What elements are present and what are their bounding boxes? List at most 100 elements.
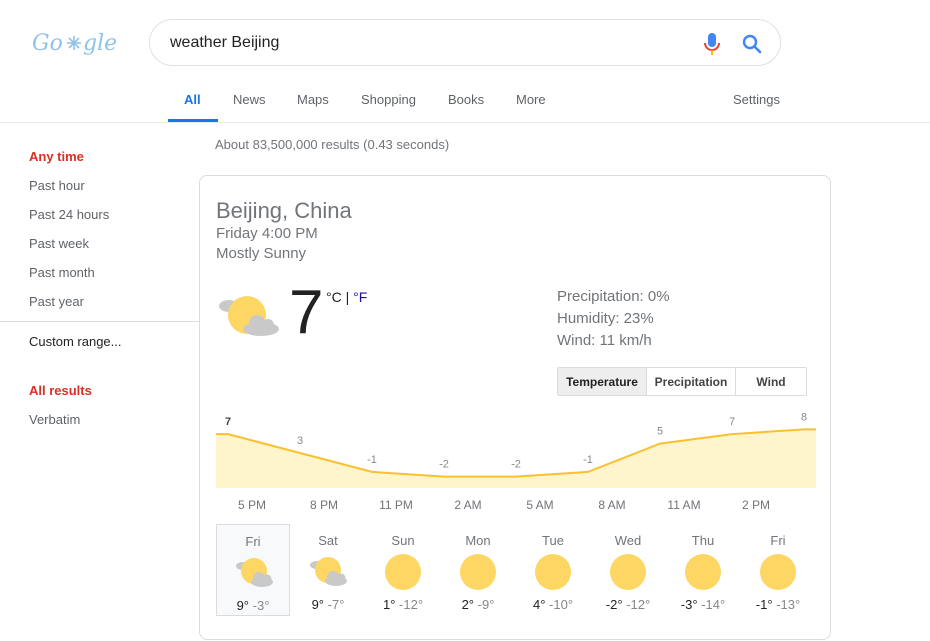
temperature-point-label: 7 bbox=[225, 416, 231, 428]
filter-past-24-hours[interactable]: Past 24 hours bbox=[29, 207, 109, 222]
forecast-high: -1° bbox=[755, 597, 773, 612]
search-tabs: All News Maps Shopping Books More Settin… bbox=[0, 90, 930, 122]
sun-icon bbox=[685, 554, 721, 590]
temperature-point-label: -2 bbox=[439, 459, 449, 471]
tab-books[interactable]: Books bbox=[448, 92, 484, 107]
unit-toggle: °C | °F bbox=[326, 289, 367, 305]
sun-icon bbox=[385, 554, 421, 590]
tab-maps[interactable]: Maps bbox=[297, 92, 329, 107]
time-axis-label: 2 PM bbox=[741, 498, 771, 512]
time-axis-label: 11 AM bbox=[667, 498, 701, 512]
forecast-day-name: Fri bbox=[770, 533, 786, 548]
time-axis-label: 5 AM bbox=[526, 498, 554, 512]
search-icon[interactable] bbox=[740, 32, 764, 56]
forecast-temps: -2° -12° bbox=[591, 597, 665, 612]
weather-details: Precipitation: 0% Humidity: 23% Wind: 11… bbox=[557, 286, 670, 352]
forecast-day-name: Sun bbox=[391, 533, 415, 548]
forecast-temps: 4° -10° bbox=[516, 597, 590, 612]
partly-sunny-icon bbox=[219, 296, 279, 336]
temperature-point-label: 7 bbox=[729, 416, 735, 428]
wind-tab[interactable]: Wind bbox=[736, 368, 806, 395]
temperature-point-label: 8 bbox=[801, 411, 807, 423]
forecast-day-name: Mon bbox=[465, 533, 491, 548]
tab-shopping[interactable]: Shopping bbox=[361, 92, 416, 107]
filter-any-time[interactable]: Any time bbox=[29, 149, 84, 164]
chart-mode-selector: Temperature Precipitation Wind bbox=[557, 367, 807, 396]
time-axis-label: 8 AM bbox=[598, 498, 626, 512]
tab-settings[interactable]: Settings bbox=[733, 92, 780, 107]
weather-datetime: Friday 4:00 PM bbox=[216, 225, 318, 242]
unit-fahrenheit[interactable]: °F bbox=[353, 289, 367, 305]
snowflake-icon bbox=[67, 36, 81, 50]
precipitation-tab[interactable]: Precipitation bbox=[647, 368, 736, 395]
current-temperature: 7 bbox=[289, 278, 324, 347]
forecast-temps: 9° -7° bbox=[291, 597, 365, 612]
temperature-point-label: 3 bbox=[297, 435, 303, 447]
forecast-temps: 2° -9° bbox=[441, 597, 515, 612]
forecast-high: -3° bbox=[680, 597, 698, 612]
forecast-day[interactable]: Fri -1° -13° bbox=[741, 524, 815, 616]
unit-separator: | bbox=[341, 289, 354, 305]
temperature-point-label: 5 bbox=[657, 426, 663, 438]
forecast-day[interactable]: Sat 9° -7° bbox=[291, 524, 365, 616]
wind-value: Wind: 11 km/h bbox=[557, 332, 652, 349]
forecast-low: -7° bbox=[327, 597, 345, 612]
filter-past-month[interactable]: Past month bbox=[29, 265, 95, 280]
forecast-low: -3° bbox=[252, 598, 270, 613]
filter-past-week[interactable]: Past week bbox=[29, 236, 89, 251]
forecast-high: 1° bbox=[382, 597, 396, 612]
forecast-temps: -1° -13° bbox=[741, 597, 815, 612]
chart-time-axis: 5 PM 8 PM 11 PM 2 AM 5 AM 8 AM 11 AM 2 PM bbox=[216, 498, 816, 514]
forecast-high: 9° bbox=[311, 597, 325, 612]
filter-verbatim[interactable]: Verbatim bbox=[29, 412, 80, 427]
temperature-tab[interactable]: Temperature bbox=[558, 368, 647, 395]
forecast-day[interactable]: Fri 9° -3° bbox=[216, 524, 290, 616]
search-box[interactable] bbox=[149, 19, 781, 66]
forecast-high: 9° bbox=[236, 598, 250, 613]
tab-more[interactable]: More bbox=[516, 92, 546, 107]
forecast-day[interactable]: Wed -2° -12° bbox=[591, 524, 665, 616]
filter-past-hour[interactable]: Past hour bbox=[29, 178, 85, 193]
partly-sunny-icon bbox=[236, 558, 273, 587]
time-axis-label: 5 PM bbox=[237, 498, 267, 512]
temperature-point-label: -1 bbox=[367, 454, 377, 466]
forecast-day[interactable]: Sun 1° -12° bbox=[366, 524, 440, 616]
filter-custom-range[interactable]: Custom range... bbox=[29, 334, 122, 349]
forecast-low: -13° bbox=[776, 597, 801, 612]
sidebar-divider bbox=[0, 321, 199, 322]
temperature-point-label: -1 bbox=[583, 454, 593, 466]
forecast-day[interactable]: Thu -3° -14° bbox=[666, 524, 740, 616]
sun-icon bbox=[610, 554, 646, 590]
forecast-high: 2° bbox=[461, 597, 475, 612]
weather-card: Beijing, China Friday 4:00 PM Mostly Sun… bbox=[199, 175, 831, 640]
tab-news[interactable]: News bbox=[233, 92, 266, 107]
tabs-divider bbox=[0, 122, 930, 123]
forecast-high: 4° bbox=[532, 597, 546, 612]
forecast-high: -2° bbox=[605, 597, 623, 612]
forecast-low: -9° bbox=[477, 597, 495, 612]
filter-all-results[interactable]: All results bbox=[29, 383, 92, 398]
forecast-low: -12° bbox=[626, 597, 651, 612]
filter-past-year[interactable]: Past year bbox=[29, 294, 84, 309]
humidity-value: Humidity: 23% bbox=[557, 310, 654, 327]
forecast-temps: 9° -3° bbox=[217, 598, 289, 613]
microphone-icon[interactable] bbox=[702, 32, 722, 56]
sun-icon bbox=[460, 554, 496, 590]
unit-celsius[interactable]: °C bbox=[326, 289, 342, 305]
forecast-day[interactable]: Tue 4° -10° bbox=[516, 524, 590, 616]
forecast-temps: 1° -12° bbox=[366, 597, 440, 612]
time-axis-label: 11 PM bbox=[379, 498, 413, 512]
logo-text-part-1: Go bbox=[32, 31, 63, 56]
search-input[interactable] bbox=[170, 32, 690, 54]
partly-sunny-icon bbox=[310, 557, 347, 586]
forecast-day[interactable]: Mon 2° -9° bbox=[441, 524, 515, 616]
google-logo[interactable]: Go gle bbox=[30, 26, 120, 60]
tab-all[interactable]: All bbox=[184, 92, 201, 107]
temperature-point-label: -2 bbox=[511, 459, 521, 471]
forecast-low: -14° bbox=[701, 597, 726, 612]
sun-icon bbox=[535, 554, 571, 590]
forecast-day-name: Sat bbox=[318, 533, 338, 548]
time-axis-label: 8 PM bbox=[309, 498, 339, 512]
forecast-low: -12° bbox=[399, 597, 424, 612]
weather-condition: Mostly Sunny bbox=[216, 245, 307, 262]
